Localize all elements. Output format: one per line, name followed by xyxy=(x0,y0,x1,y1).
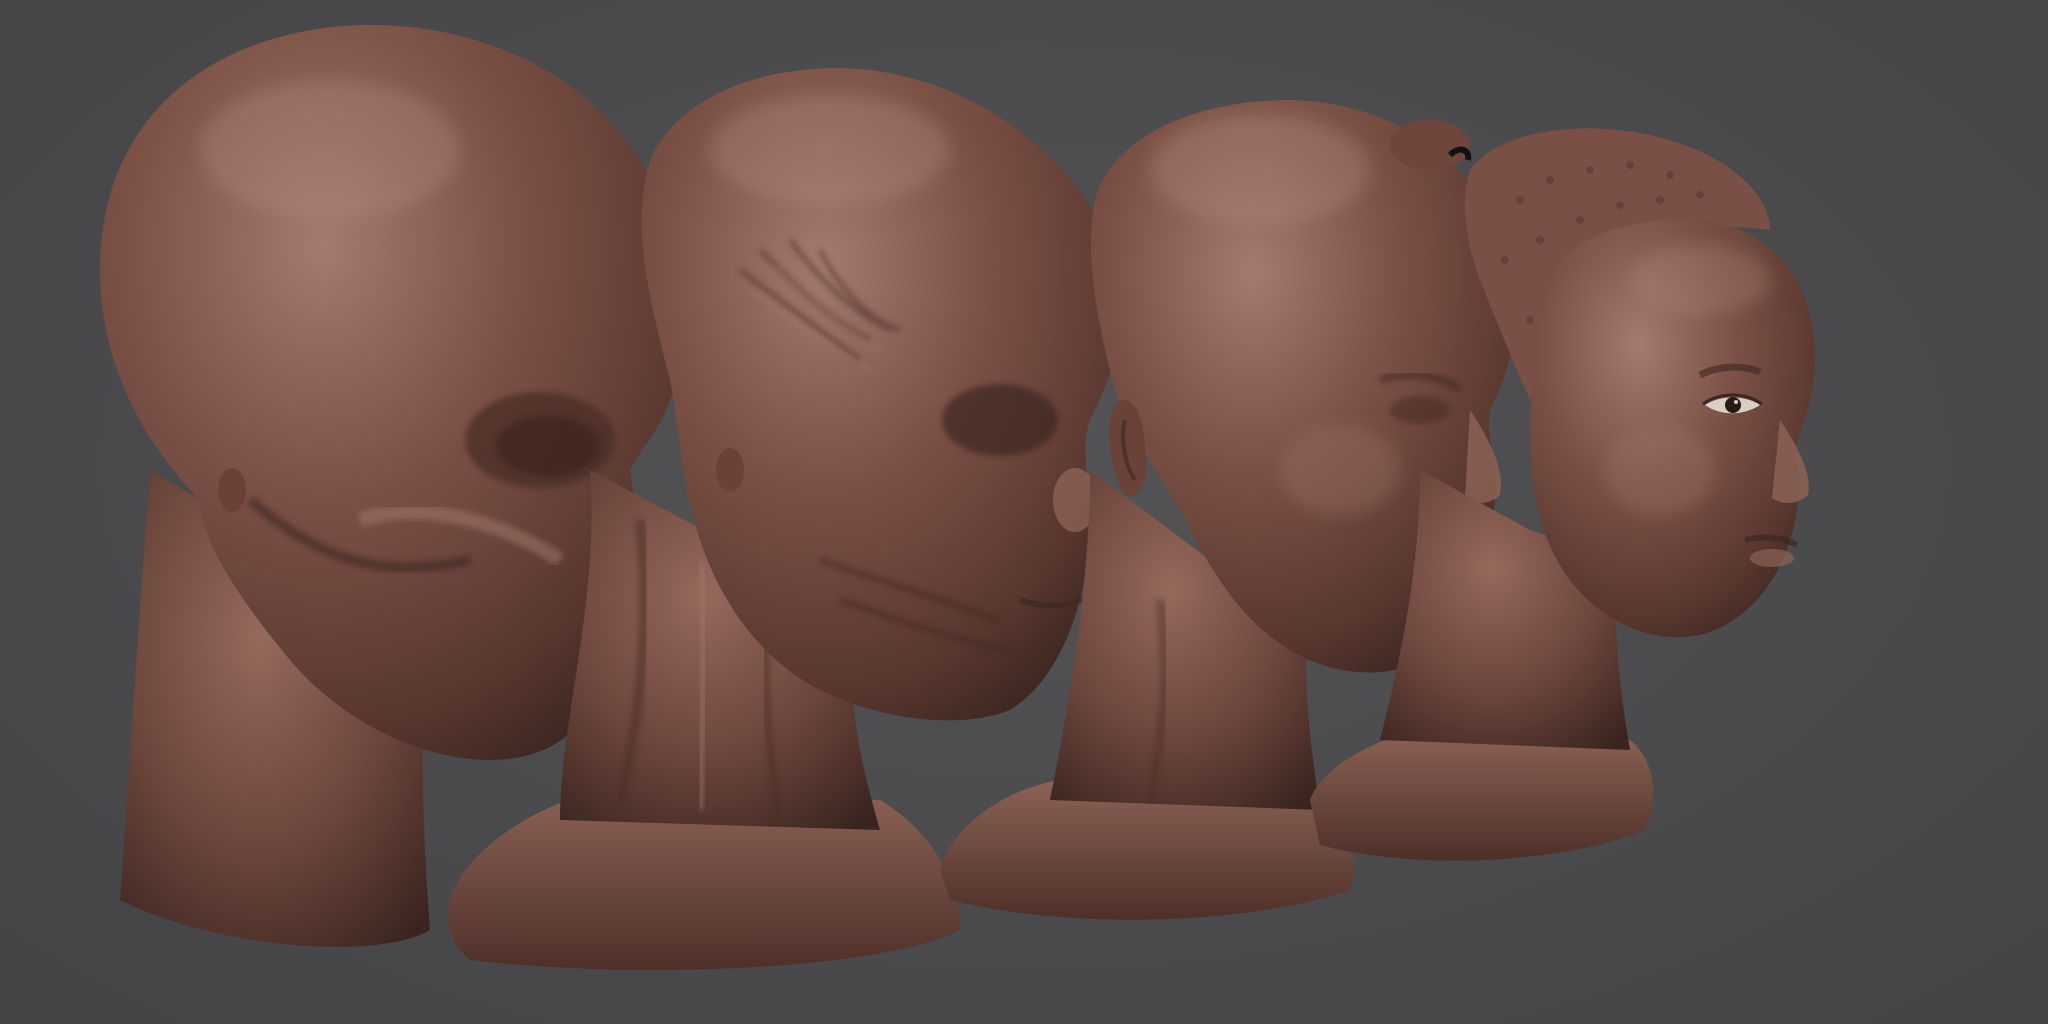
3d-viewport[interactable] xyxy=(0,0,2048,1024)
sculpt-scene xyxy=(100,24,1815,970)
